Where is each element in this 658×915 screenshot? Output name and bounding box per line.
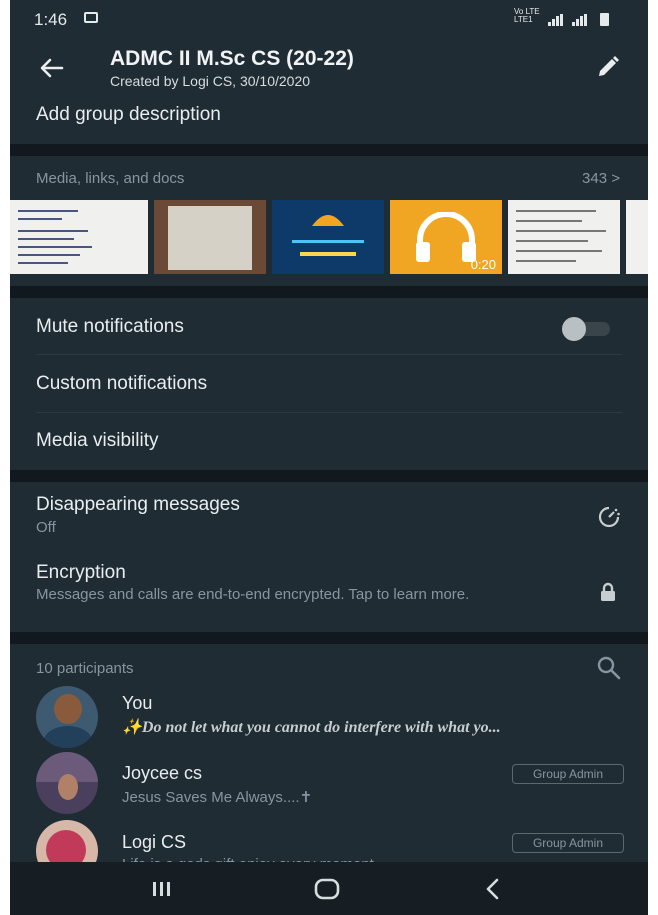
privacy-card: Disappearing messages Off Encryption Mes…: [10, 482, 648, 632]
media-heading: Media, links, and docs: [36, 170, 185, 187]
encryption-description: Messages and calls are end-to-end encryp…: [36, 586, 470, 603]
disappearing-messages-label[interactable]: Disappearing messages: [36, 494, 240, 516]
signal-icon: [548, 14, 563, 26]
participants-card: 10 participants: [10, 644, 648, 862]
add-description-label[interactable]: Add group description: [36, 104, 221, 126]
media-thumb-photo[interactable]: [154, 200, 266, 274]
status-bar: 1:46 Vo LTE LTE1: [10, 0, 648, 38]
group-created-info: Created by Logi CS, 30/10/2020: [110, 73, 311, 89]
group-title: ADMC II M.Sc CS (20-22): [110, 47, 354, 70]
description-card[interactable]: Add group description: [10, 98, 648, 144]
back-nav-icon[interactable]: [478, 874, 508, 904]
media-thumb-document-2[interactable]: [508, 200, 620, 274]
mute-notifications-label[interactable]: Mute notifications: [36, 316, 184, 338]
encryption-label[interactable]: Encryption: [36, 562, 126, 584]
poster-graphic-icon: [312, 215, 344, 226]
home-icon[interactable]: [312, 874, 342, 904]
participant-status: ✨Do not let what you cannot do interfere…: [122, 719, 501, 736]
network-type-label: Vo LTE LTE1: [514, 7, 540, 24]
signal-icon-2: [572, 14, 587, 26]
system-nav-bar: [10, 862, 648, 915]
disappearing-timer-icon: [598, 506, 620, 528]
media-thumb-audio[interactable]: 0:20: [390, 200, 502, 274]
edit-pencil-icon[interactable]: [595, 54, 621, 80]
media-count-link[interactable]: 343 >: [582, 170, 620, 187]
back-arrow-icon[interactable]: [38, 54, 66, 82]
mute-toggle-knob[interactable]: [562, 317, 586, 341]
participants-heading: 10 participants: [36, 660, 134, 677]
avatar[interactable]: [36, 752, 98, 814]
notifications-card: Mute notifications Custom notifications …: [10, 298, 648, 470]
divider: [36, 354, 622, 355]
phone-screen: 1:46 Vo LTE LTE1 ADMC II M.Sc CS (20-22)…: [10, 0, 648, 915]
audio-duration: 0:20: [470, 257, 496, 272]
disappearing-messages-value: Off: [36, 519, 56, 536]
participant-status: Jesus Saves Me Always....✝: [122, 789, 313, 806]
participant-name[interactable]: You: [122, 693, 152, 714]
app-bar: ADMC II M.Sc CS (20-22) Created by Logi …: [10, 38, 648, 98]
lock-icon: [601, 582, 615, 601]
group-admin-badge: Group Admin: [512, 764, 624, 784]
battery-icon: [600, 13, 609, 26]
recent-apps-icon[interactable]: [146, 874, 176, 904]
media-visibility-label[interactable]: Media visibility: [36, 430, 158, 452]
group-admin-badge: Group Admin: [512, 833, 624, 853]
divider: [36, 412, 622, 413]
gallery-notification-icon: [84, 12, 98, 23]
avatar[interactable]: [36, 686, 98, 748]
custom-notifications-label[interactable]: Custom notifications: [36, 373, 207, 395]
media-thumb-poster[interactable]: [272, 200, 384, 274]
status-time: 1:46: [34, 10, 68, 29]
media-thumb-document-1[interactable]: [10, 200, 148, 274]
search-icon[interactable]: [596, 655, 622, 681]
participant-name[interactable]: Joycee cs: [122, 763, 202, 784]
participant-name[interactable]: Logi CS: [122, 832, 186, 853]
media-thumb-document-3[interactable]: [626, 200, 648, 274]
